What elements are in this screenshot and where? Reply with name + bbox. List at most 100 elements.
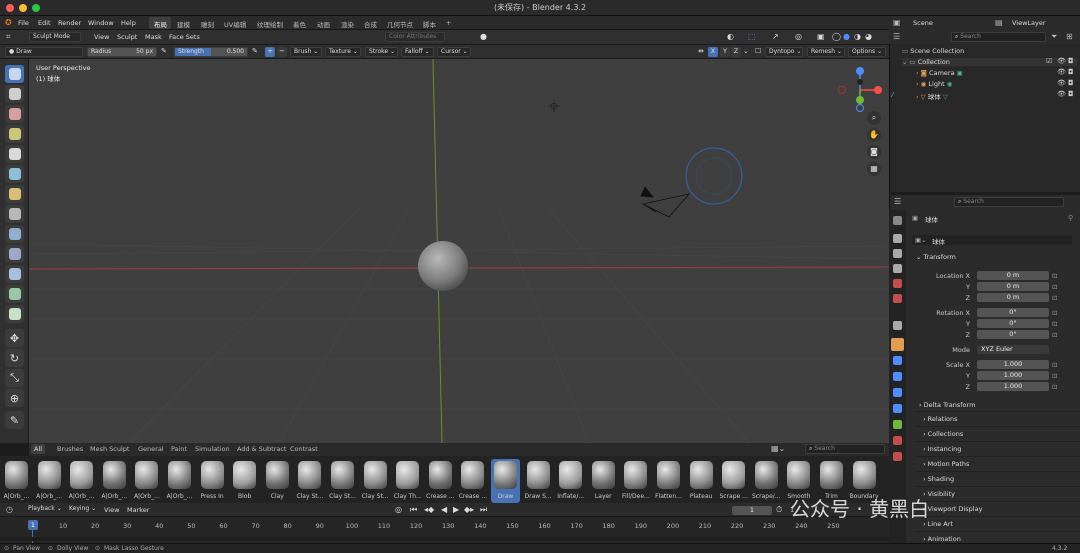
annotate-tool-button[interactable]: ✎ (5, 411, 24, 429)
wireframe-shading-icon[interactable]: ◯ (832, 32, 841, 41)
brush-item[interactable]: Plateau (687, 459, 716, 503)
options-menu[interactable]: Options ⌄ (848, 47, 886, 57)
ortho-grid-icon[interactable]: ▦ (867, 162, 881, 176)
eye-icon[interactable]: 👁 (1057, 68, 1066, 76)
clay-tool-button[interactable] (5, 105, 24, 123)
tab-brushes[interactable]: Brushes (57, 445, 83, 453)
remesh-menu[interactable]: Remesh ⌄ (807, 47, 845, 57)
tab-general[interactable]: General (138, 445, 164, 453)
color-attributes-select[interactable]: Color Attributes (385, 32, 445, 42)
rendered-shading-icon[interactable]: ◕ (865, 32, 872, 41)
material-shading-icon[interactable]: ◑ (854, 32, 861, 41)
rotation-x-field[interactable]: 0° (977, 308, 1049, 317)
filter-icon[interactable]: ⏷ (1051, 32, 1057, 42)
tool-tab-icon[interactable] (893, 216, 902, 225)
outliner-row-camera[interactable]: › ◙ Camera ▣ (916, 69, 963, 77)
inflate-tool-button[interactable] (5, 165, 24, 183)
draw-tool-button[interactable] (5, 65, 24, 83)
animation-panel[interactable]: › Animation (915, 531, 1080, 543)
brush-item[interactable]: Blob (230, 459, 259, 503)
tab-all[interactable]: All (31, 444, 46, 454)
navigation-gizmo[interactable] (834, 64, 886, 116)
play-icon[interactable]: ▶ (453, 505, 459, 514)
texture-menu[interactable]: Texture ⌄ (325, 47, 361, 57)
scale-tool-button[interactable]: ⤡ (5, 369, 24, 387)
transform-tool-button[interactable]: ⊕ (5, 389, 24, 407)
transform-panel-header[interactable]: ⌄ Transform (916, 253, 956, 261)
delta-transform-panel[interactable]: › Delta Transform (919, 401, 975, 409)
tab-add-subtract[interactable]: Add & Subtract (237, 445, 286, 453)
particles-tab-icon[interactable] (893, 372, 902, 381)
collections-panel[interactable]: › Collections (915, 426, 1080, 440)
lock-icon[interactable]: ⊡ (1052, 272, 1057, 280)
playhead-frame-label[interactable]: 1 (28, 520, 38, 530)
brush-item[interactable]: A|Orb_... (35, 459, 64, 503)
stroke-menu[interactable]: Stroke ⌄ (365, 47, 398, 57)
current-frame-field[interactable]: 1 (732, 506, 772, 515)
workspace-tab-shading[interactable]: 着色 (293, 19, 306, 29)
cursor-menu[interactable]: Cursor ⌄ (437, 47, 471, 57)
record-icon[interactable]: ◎ (395, 505, 402, 514)
pin-icon[interactable]: ⚲ (1068, 214, 1073, 222)
location-y-field[interactable]: 0 m (977, 282, 1049, 291)
lock-icon[interactable]: ⊡ (1052, 309, 1057, 317)
editor-type-icon[interactable]: ⌗ (6, 32, 11, 42)
scale-z-field[interactable]: 1.000 (977, 382, 1049, 391)
brush-item[interactable]: A|Orb_... (165, 459, 194, 503)
zoom-icon[interactable]: ⌕ (867, 111, 881, 125)
scale-x-field[interactable]: 1.000 (977, 360, 1049, 369)
brush-item[interactable]: Flatten... (654, 459, 683, 503)
render-camera-icon[interactable]: ◘ (1068, 68, 1074, 76)
timeline-scrollbar[interactable] (0, 537, 889, 541)
stopwatch-icon[interactable]: ⏱ (776, 505, 782, 515)
constraints-tab-icon[interactable] (893, 404, 902, 413)
scrape-tool-button[interactable] (5, 285, 24, 303)
visibility-panel[interactable]: › Visibility (915, 486, 1080, 500)
subtract-icon[interactable]: − (277, 47, 287, 57)
crease-tool-button[interactable] (5, 205, 24, 223)
timeline-editor-icon[interactable]: ◷ (6, 505, 13, 514)
lock-icon[interactable]: ⊡ (1052, 372, 1057, 380)
clay-strips-tool-button[interactable] (5, 125, 24, 143)
eye-icon[interactable]: 👁 (1057, 57, 1066, 65)
object-data-field[interactable]: ▣⌄ 球体 (912, 235, 1072, 246)
lock-icon[interactable]: ⊡ (1052, 361, 1057, 369)
workspace-tab-animation[interactable]: 动画 (317, 19, 330, 29)
rotation-z-field[interactable]: 0° (977, 330, 1049, 339)
menu-face-sets[interactable]: Face Sets (169, 33, 200, 41)
draw-sharp-tool-button[interactable] (5, 85, 24, 103)
add-workspace-button[interactable]: + (446, 19, 451, 27)
view-layer-tab-icon[interactable] (893, 264, 902, 273)
pressure-icon[interactable]: ✎ (161, 47, 167, 55)
mode-select[interactable]: Sculpt Mode (29, 32, 81, 42)
eye-icon[interactable]: 👁 (1057, 90, 1066, 98)
scale-y-field[interactable]: 1.000 (977, 371, 1049, 380)
tab-paint[interactable]: Paint (171, 445, 187, 453)
workspace-tab-compositing[interactable]: 合成 (364, 19, 377, 29)
blender-logo-icon[interactable]: ✪ (5, 18, 12, 27)
brush-item[interactable]: Scrape ... (719, 459, 748, 503)
brush-menu[interactable]: Brush ⌄ (290, 47, 322, 57)
render-tab-icon[interactable] (893, 234, 902, 243)
object-tab-icon[interactable] (891, 338, 904, 351)
render-camera-icon[interactable]: ◘ (1068, 79, 1074, 87)
rotate-tool-button[interactable]: ↻ (5, 349, 24, 367)
light-object[interactable] (548, 100, 560, 112)
brush-item[interactable]: Crease ... (458, 459, 487, 503)
jump-start-icon[interactable]: ⏮ (410, 505, 417, 515)
radius-field[interactable]: Radius 50 px (87, 47, 157, 57)
visibility-icon[interactable]: ◐ (727, 32, 734, 41)
checkbox-icon[interactable]: ☑ (1046, 57, 1052, 65)
material-tab-icon[interactable] (893, 436, 902, 445)
mirror-z-button[interactable]: Z (731, 47, 741, 57)
viewport-display-panel[interactable]: › Viewport Display (915, 501, 1080, 515)
outliner-editor-icon[interactable]: ☰ (893, 32, 900, 41)
timeline[interactable]: 1 10 20 30 40 50 60 70 80 90 100 110 120 130 140 150 16… (0, 517, 889, 543)
flatten-tool-button[interactable] (5, 245, 24, 263)
menu-help[interactable]: Help (121, 19, 136, 27)
brush-item[interactable]: A|Orb_... (100, 459, 129, 503)
render-camera-icon[interactable]: ◘ (1068, 57, 1074, 65)
brush-item[interactable]: Clay St... (361, 459, 390, 503)
sphere-mesh[interactable] (418, 241, 468, 291)
physics-tab-icon[interactable] (893, 388, 902, 397)
